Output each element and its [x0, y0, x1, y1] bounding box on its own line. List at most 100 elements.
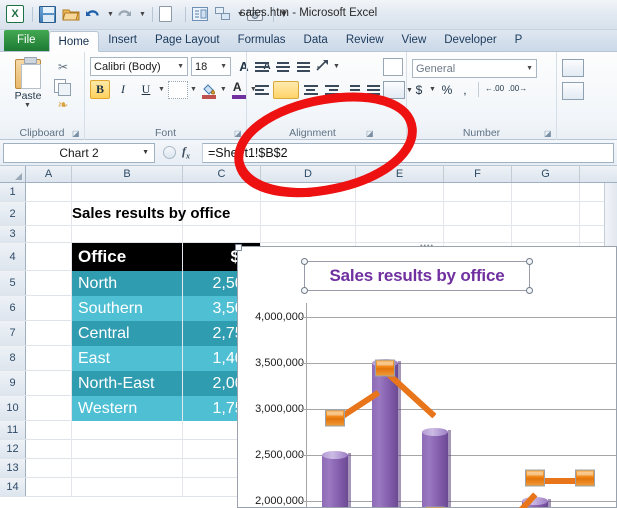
- cell-f3[interactable]: [444, 226, 512, 243]
- name-box[interactable]: Chart 2 ▼: [3, 142, 155, 163]
- tab-developer[interactable]: Developer: [435, 30, 505, 51]
- marker-western[interactable]: [575, 469, 595, 487]
- marker-north-east[interactable]: [525, 469, 545, 487]
- font-name-combo[interactable]: Calibri (Body) ▼: [90, 57, 188, 76]
- cell-a9[interactable]: [26, 371, 72, 396]
- chart-handle-top-left[interactable]: [235, 244, 242, 251]
- chart-top-handle[interactable]: ••••: [414, 243, 440, 250]
- column-header-f[interactable]: F: [444, 166, 512, 182]
- cell-b2-title[interactable]: Sales results by office: [72, 202, 230, 226]
- cell-a8[interactable]: [26, 346, 72, 371]
- cell-c3[interactable]: [183, 226, 261, 243]
- cell-b10-office[interactable]: Western: [72, 396, 183, 421]
- cell-b4-office-header[interactable]: Office: [72, 243, 183, 271]
- row-header-13[interactable]: 13: [0, 459, 26, 477]
- cell-b14[interactable]: [72, 478, 183, 497]
- cell-a2[interactable]: [26, 202, 72, 226]
- fill-color-icon[interactable]: [200, 81, 218, 99]
- bar-central[interactable]: [422, 428, 451, 507]
- row-header-1[interactable]: 1: [0, 183, 26, 201]
- currency-icon[interactable]: $: [412, 83, 426, 97]
- align-top-icon[interactable]: [252, 58, 271, 75]
- cell-a13[interactable]: [26, 459, 72, 478]
- decrease-decimal-icon[interactable]: .00→: [508, 84, 527, 93]
- cell-d3[interactable]: [261, 226, 356, 243]
- cell-a11[interactable]: [26, 421, 72, 440]
- copy-icon[interactable]: ▼: [54, 78, 72, 96]
- cell-d1[interactable]: [261, 183, 356, 202]
- paste-button[interactable]: Paste ▼: [5, 57, 51, 109]
- chart-title-handle-bottom-left[interactable]: [301, 287, 308, 294]
- cell-b5-office[interactable]: North: [72, 271, 183, 296]
- row-header-7[interactable]: 7: [0, 321, 26, 345]
- cancel-formula-icon[interactable]: [163, 145, 176, 159]
- tab-formulas[interactable]: Formulas: [229, 30, 295, 51]
- scissors-icon[interactable]: ✂: [54, 59, 72, 75]
- row-header-3[interactable]: 3: [0, 226, 26, 242]
- merge-and-center-icon[interactable]: [273, 81, 299, 99]
- row-header-12[interactable]: 12: [0, 440, 26, 458]
- italic-button[interactable]: I: [113, 80, 133, 99]
- align-right-icon[interactable]: [322, 82, 341, 99]
- align-left-icon[interactable]: [252, 82, 271, 99]
- alignment-dialog-launcher[interactable]: ◪: [366, 129, 375, 138]
- cell-g2[interactable]: [512, 202, 580, 226]
- bold-button[interactable]: B: [90, 80, 110, 99]
- row-header-10[interactable]: 10: [0, 396, 26, 420]
- chart-object[interactable]: •••• Sales results by office 4,000,000 3…: [235, 243, 617, 508]
- column-header-a[interactable]: A: [26, 166, 72, 182]
- cell-b12[interactable]: [72, 440, 183, 459]
- align-middle-icon[interactable]: [273, 58, 292, 75]
- row-header-2[interactable]: 2: [0, 202, 26, 225]
- cell-b9-office[interactable]: North-East: [72, 371, 183, 396]
- cell-a5[interactable]: [26, 271, 72, 296]
- cell-a10[interactable]: [26, 396, 72, 421]
- bar-north[interactable]: [322, 451, 351, 507]
- bar-southern[interactable]: [372, 359, 401, 507]
- cell-a14[interactable]: [26, 478, 72, 497]
- cell-a1[interactable]: [26, 183, 72, 202]
- orientation-dropdown-icon[interactable]: ▼: [333, 63, 340, 70]
- cell-b8-office[interactable]: East: [72, 346, 183, 371]
- comma-style-icon[interactable]: ,: [458, 83, 472, 97]
- chevron-down-icon[interactable]: ▼: [174, 63, 184, 70]
- cell-g3[interactable]: [512, 226, 580, 243]
- cell-f2[interactable]: [444, 202, 512, 226]
- cell-b7-office[interactable]: Central: [72, 321, 183, 346]
- insert-function-icon[interactable]: fx: [182, 144, 194, 160]
- column-header-d[interactable]: D: [261, 166, 356, 182]
- number-dialog-launcher[interactable]: ◪: [544, 129, 553, 138]
- fill-color-dropdown-icon[interactable]: ▼: [220, 86, 227, 93]
- tab-insert[interactable]: Insert: [99, 30, 146, 51]
- row-header-8[interactable]: 8: [0, 346, 26, 370]
- cell-b6-office[interactable]: Southern: [72, 296, 183, 321]
- cell-g1[interactable]: [512, 183, 580, 202]
- select-all-corner[interactable]: [0, 166, 26, 182]
- merge-cells-icon[interactable]: [383, 81, 405, 99]
- column-header-b[interactable]: B: [72, 166, 183, 182]
- cell-a4[interactable]: [26, 243, 72, 271]
- cell-b3[interactable]: [72, 226, 183, 243]
- marker-southern[interactable]: [375, 359, 395, 377]
- tab-home[interactable]: Home: [48, 31, 100, 52]
- row-header-11[interactable]: 11: [0, 421, 26, 439]
- formula-input[interactable]: =Sheet1!$B$2: [202, 142, 614, 163]
- paste-dropdown-icon[interactable]: ▼: [24, 102, 31, 109]
- tab-powerpivot[interactable]: P: [506, 30, 532, 51]
- underline-dropdown-icon[interactable]: ▼: [158, 86, 165, 93]
- align-center-icon[interactable]: [301, 82, 320, 99]
- increase-decimal-icon[interactable]: ←.00: [485, 84, 504, 93]
- column-header-c[interactable]: C: [183, 166, 261, 182]
- cell-a6[interactable]: [26, 296, 72, 321]
- chart-title-handle-top-right[interactable]: [526, 258, 533, 265]
- cell-e2[interactable]: [356, 202, 444, 226]
- column-header-e[interactable]: E: [356, 166, 444, 182]
- cell-e3[interactable]: [356, 226, 444, 243]
- row-header-14[interactable]: 14: [0, 478, 26, 496]
- align-bottom-icon[interactable]: [294, 58, 313, 75]
- row-header-5[interactable]: 5: [0, 271, 26, 295]
- format-painter-icon[interactable]: ❧: [54, 97, 72, 113]
- cell-a3[interactable]: [26, 226, 72, 243]
- cell-e1[interactable]: [356, 183, 444, 202]
- tab-view[interactable]: View: [393, 30, 436, 51]
